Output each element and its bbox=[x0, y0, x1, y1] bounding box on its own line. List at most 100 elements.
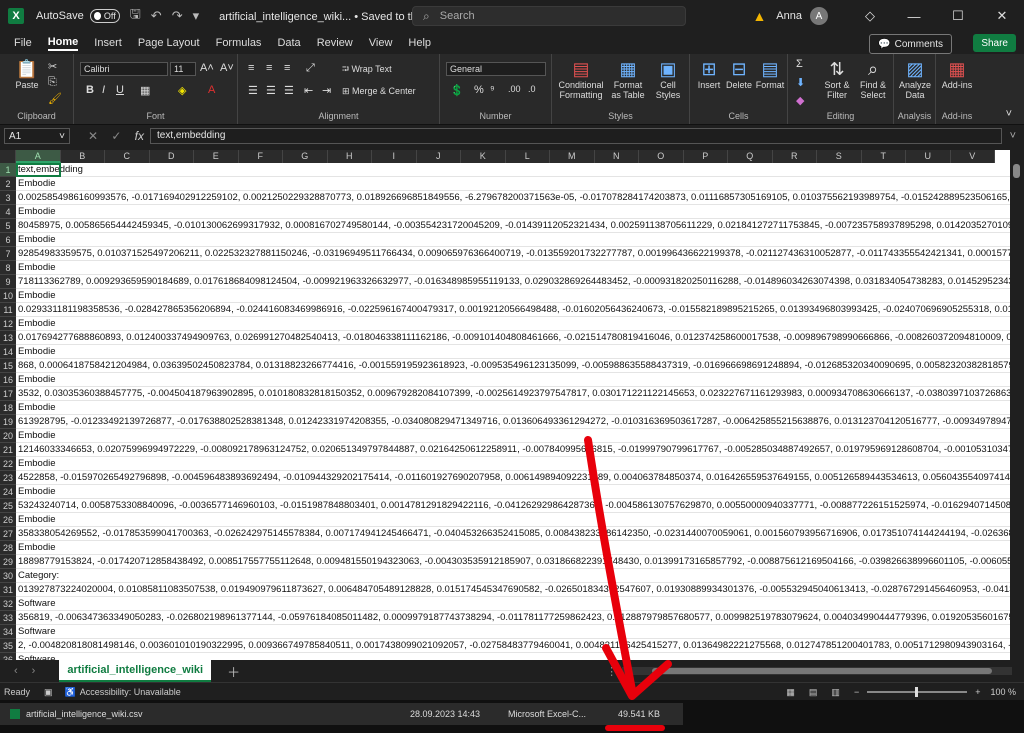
expand-formula-icon[interactable]: ˅ bbox=[1010, 130, 1016, 142]
accessibility-icon[interactable]: ♿ bbox=[65, 687, 76, 698]
enter-icon[interactable]: ✓ bbox=[111, 129, 121, 143]
column-header[interactable]: L bbox=[505, 150, 550, 163]
autosave-toggle[interactable]: Off bbox=[89, 9, 120, 23]
table-row[interactable]: Embodie bbox=[16, 373, 1010, 387]
row-header[interactable]: 2 bbox=[0, 177, 16, 191]
row-header[interactable]: 1 bbox=[0, 163, 16, 177]
format-as-table-button[interactable]: ▦ Format as Table bbox=[608, 58, 648, 100]
align-center-icon[interactable]: ☰ bbox=[266, 84, 276, 97]
zoom-out-icon[interactable]: − bbox=[854, 687, 859, 697]
font-size-select[interactable]: 11 bbox=[170, 62, 196, 76]
row-header[interactable]: 3 bbox=[0, 191, 16, 205]
formula-input[interactable]: text,embedding bbox=[150, 128, 1002, 144]
tab-review[interactable]: Review bbox=[317, 37, 353, 49]
column-header[interactable]: T bbox=[861, 150, 906, 163]
row-header[interactable]: 11 bbox=[0, 303, 16, 317]
table-row[interactable]: 4522858, -0.015970265492796898, -0.00459… bbox=[16, 471, 1010, 485]
table-row[interactable]: Embodie bbox=[16, 401, 1010, 415]
align-middle-icon[interactable]: ≡ bbox=[266, 62, 272, 74]
comments-button[interactable]: 💬 Comments bbox=[869, 34, 952, 54]
undo-icon[interactable]: ↶ bbox=[151, 8, 162, 24]
file-entry[interactable]: artificial_intelligence_wiki.csv 28.09.2… bbox=[0, 703, 683, 725]
name-box[interactable]: A1 ˅ bbox=[4, 128, 70, 144]
table-row[interactable]: Software bbox=[16, 597, 1010, 611]
table-row[interactable]: Embodie bbox=[16, 345, 1010, 359]
more-sheets-icon[interactable]: ⋮ bbox=[606, 665, 617, 678]
row-header[interactable]: 26 bbox=[0, 513, 16, 527]
row-header[interactable]: 9 bbox=[0, 275, 16, 289]
wrap-text-button[interactable]: ⮒ Wrap Text bbox=[342, 64, 392, 74]
table-row[interactable]: Embodie bbox=[16, 289, 1010, 303]
close-icon[interactable]: ✕ bbox=[980, 8, 1024, 24]
prev-sheet-icon[interactable]: ‹ bbox=[14, 665, 18, 677]
row-header[interactable]: 10 bbox=[0, 289, 16, 303]
zoom-knob[interactable] bbox=[915, 687, 919, 697]
insert-cells-button[interactable]: ⊞ Insert bbox=[694, 58, 724, 90]
customize-quick-access-icon[interactable]: ▾ bbox=[193, 8, 200, 24]
find-select-button[interactable]: ⌕ Find & Select bbox=[856, 58, 890, 100]
row-header[interactable]: 8 bbox=[0, 261, 16, 275]
tab-formulas[interactable]: Formulas bbox=[216, 37, 262, 49]
column-header[interactable]: G bbox=[283, 150, 328, 163]
row-header[interactable]: 19 bbox=[0, 415, 16, 429]
row-header[interactable]: 4 bbox=[0, 205, 16, 219]
table-row[interactable]: Embodie bbox=[16, 513, 1010, 527]
table-row[interactable]: 0.0025854986160993576, -0.01716940291225… bbox=[16, 191, 1010, 205]
cancel-icon[interactable]: ✕ bbox=[88, 129, 98, 143]
table-row[interactable]: 356819, -0.006347363349050283, -0.026802… bbox=[16, 611, 1010, 625]
row-header[interactable]: 5 bbox=[0, 219, 16, 233]
merge-center-button[interactable]: ⊞ Merge & Center bbox=[342, 86, 416, 96]
table-row[interactable]: 18898779153824, -0.017420712858438492, 0… bbox=[16, 555, 1010, 569]
row-header[interactable]: 30 bbox=[0, 569, 16, 583]
analyze-data-button[interactable]: ▨ Analyze Data bbox=[896, 58, 934, 100]
column-header[interactable]: H bbox=[327, 150, 372, 163]
tab-page-layout[interactable]: Page Layout bbox=[138, 37, 200, 49]
table-row[interactable]: Software bbox=[16, 653, 1010, 660]
decrease-decimal-icon[interactable]: .0 bbox=[528, 84, 536, 94]
row-header[interactable]: 15 bbox=[0, 359, 16, 373]
decrease-indent-icon[interactable]: ⇤ bbox=[304, 84, 313, 97]
zoom-in-icon[interactable]: + bbox=[975, 687, 980, 697]
row-header[interactable]: 18 bbox=[0, 401, 16, 415]
normal-view-icon[interactable]: ▦ bbox=[786, 687, 795, 698]
font-family-select[interactable]: Calibri bbox=[80, 62, 168, 76]
spreadsheet-grid[interactable]: A B C D E F G H I J K L M N O P Q R S T U V 1 text,embedding 2 Em… bbox=[0, 150, 1010, 660]
row-header[interactable]: 14 bbox=[0, 345, 16, 359]
row-header[interactable]: 22 bbox=[0, 457, 16, 471]
avatar[interactable]: A bbox=[810, 7, 828, 25]
page-layout-view-icon[interactable]: ▤ bbox=[809, 687, 818, 698]
sort-filter-button[interactable]: ⇅ Sort & Filter bbox=[820, 58, 854, 100]
row-header[interactable]: 35 bbox=[0, 639, 16, 653]
row-header[interactable]: 32 bbox=[0, 597, 16, 611]
fill-icon[interactable]: ⬇ bbox=[796, 76, 805, 89]
row-header[interactable]: 28 bbox=[0, 541, 16, 555]
number-format-select[interactable]: General bbox=[446, 62, 546, 76]
tab-insert[interactable]: Insert bbox=[94, 37, 122, 49]
addins-button[interactable]: ▦ Add-ins bbox=[938, 58, 976, 90]
increase-font-icon[interactable]: A˄ bbox=[200, 62, 214, 74]
increase-indent-icon[interactable]: ⇥ bbox=[322, 84, 331, 97]
column-header[interactable]: A bbox=[16, 150, 61, 163]
row-header[interactable]: 7 bbox=[0, 247, 16, 261]
column-header[interactable]: E bbox=[194, 150, 239, 163]
format-painter-icon[interactable]: 🖌 bbox=[48, 92, 62, 105]
column-header[interactable]: D bbox=[149, 150, 194, 163]
borders-icon[interactable]: ▦ bbox=[140, 84, 150, 97]
align-left-icon[interactable]: ☰ bbox=[248, 84, 258, 97]
align-top-icon[interactable]: ≡ bbox=[248, 62, 254, 74]
align-bottom-icon[interactable]: ≡ bbox=[284, 62, 290, 74]
conditional-formatting-button[interactable]: ▤ Conditional Formatting bbox=[556, 58, 606, 100]
table-row[interactable]: 0.029331181198358536, -0.028427865356206… bbox=[16, 303, 1010, 317]
table-row[interactable]: Embodie bbox=[16, 541, 1010, 555]
percent-icon[interactable]: % bbox=[474, 84, 484, 96]
column-header[interactable]: F bbox=[238, 150, 283, 163]
table-row[interactable]: 2, -0.004820818081498146, 0.003601010190… bbox=[16, 639, 1010, 653]
next-sheet-icon[interactable]: › bbox=[32, 665, 36, 677]
table-row[interactable]: 358338054269552, -0.017853599041700363, … bbox=[16, 527, 1010, 541]
page-break-view-icon[interactable]: ▥ bbox=[831, 687, 840, 698]
table-row[interactable]: 0.017694277688860893, 0.0124003374949097… bbox=[16, 331, 1010, 345]
row-header[interactable]: 23 bbox=[0, 471, 16, 485]
row-header[interactable]: 17 bbox=[0, 387, 16, 401]
decrease-font-icon[interactable]: A˅ bbox=[220, 62, 234, 74]
cut-icon[interactable]: ✂ bbox=[48, 60, 57, 73]
